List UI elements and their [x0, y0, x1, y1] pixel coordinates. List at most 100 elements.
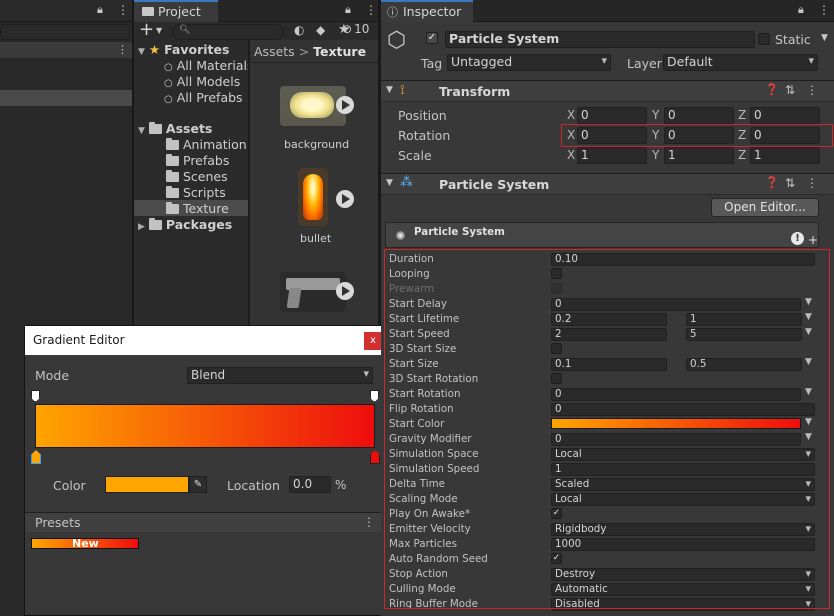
static-label[interactable]: Static [775, 32, 811, 47]
tree-item-animation[interactable]: Animation [166, 137, 247, 152]
scale-x: 1 [581, 148, 589, 162]
scale-y-input[interactable]: 1 [664, 147, 734, 164]
particle-system-header[interactable]: ▼ ⁂ Particle System ❓ ⇅ ⋮ [381, 173, 834, 195]
hierarchy-search[interactable] [0, 24, 130, 40]
transform-header[interactable]: ▼ ⟟ Transform ❓ ⇅ ⋮ [381, 80, 834, 102]
tag-dropdown[interactable]: Untagged [447, 54, 611, 71]
tree-item-all-materials[interactable]: ○ All Materials [164, 58, 253, 73]
more-menu-icon[interactable]: ⋮ [363, 515, 375, 529]
play-icon[interactable] [336, 96, 354, 114]
position-y-input[interactable]: 0 [664, 107, 734, 124]
position-z-input[interactable]: 0 [750, 107, 820, 124]
tree-item-all-models[interactable]: ○ All Models [164, 74, 240, 89]
position-x: 0 [581, 108, 589, 122]
chevron-down-icon[interactable]: ▼ [821, 33, 828, 43]
tree-label: Packages [165, 217, 233, 232]
more-menu-icon[interactable]: ⋮ [806, 176, 818, 190]
filter-by-label-icon[interactable]: ◆ [316, 23, 325, 37]
axis-z-label: Z [738, 148, 747, 162]
preset-new-swatch[interactable]: New [31, 537, 139, 550]
play-icon[interactable] [336, 282, 354, 300]
active-checkbox[interactable]: ✓ [426, 32, 438, 44]
eyedropper-button[interactable]: ✎ [189, 476, 207, 493]
object-name-input[interactable]: Particle System [445, 31, 755, 48]
search-icon: ○ [164, 78, 173, 89]
hierarchy-tabbar [0, 0, 132, 22]
particle-dot-icon [396, 231, 405, 240]
scale-z-input[interactable]: 1 [750, 147, 820, 164]
preset-icon[interactable]: ⇅ [785, 176, 795, 190]
particle-system-title: Particle System [439, 177, 550, 192]
location-input[interactable]: 0.0 [289, 476, 331, 493]
static-checkbox[interactable] [758, 33, 770, 45]
breadcrumb-separator: > [298, 44, 310, 59]
gradient-editor-titlebar[interactable]: Gradient Editor x [25, 326, 383, 355]
color-key-right[interactable] [370, 450, 380, 464]
tree-assets[interactable]: ▼ Assets [138, 121, 212, 136]
more-menu-icon[interactable]: ⋮ [365, 3, 377, 17]
play-icon[interactable] [336, 190, 354, 208]
chevron-down-icon: ▼ [386, 85, 393, 95]
gradient-preview-bar[interactable] [35, 404, 375, 448]
tree-label: Prefabs [183, 153, 230, 168]
lock-icon[interactable]: 🔒︎ [345, 3, 351, 17]
axis-y-label: Y [652, 108, 660, 122]
help-icon[interactable]: ❓ [765, 176, 779, 189]
breadcrumb-root[interactable]: Assets [254, 44, 295, 59]
asset-thumb-bullet[interactable] [298, 168, 328, 226]
folder-icon [166, 138, 179, 150]
warning-icon[interactable]: ! [791, 232, 804, 245]
add-button[interactable]: + [139, 19, 154, 40]
search-input[interactable]: 🔍︎ [172, 24, 284, 40]
hierarchy-header [0, 42, 132, 58]
tree-item-texture[interactable]: Texture [166, 201, 229, 216]
tree-item-prefabs[interactable]: Prefabs [166, 153, 229, 168]
hierarchy-selected-row[interactable] [0, 90, 132, 106]
module-header[interactable]: Particle System ! + [385, 222, 819, 248]
close-button[interactable]: x [364, 332, 382, 350]
tree-favorites[interactable]: ▼ ★ Favorites [138, 42, 229, 57]
alpha-key-right[interactable] [370, 390, 379, 402]
texture-preview [303, 174, 323, 220]
preset-new-label: New [72, 537, 99, 550]
object-name: Particle System [449, 31, 560, 46]
mode-dropdown[interactable]: Blend [187, 367, 373, 384]
layer-dropdown[interactable]: Default [663, 54, 818, 71]
tab-project-label: Project [158, 4, 201, 19]
lock-icon[interactable]: 🔒︎ [798, 3, 804, 17]
breadcrumb-current[interactable]: Texture [313, 44, 366, 59]
tree-item-all-prefabs[interactable]: ○ All Prefabs [164, 90, 243, 105]
asset-grid: Assets > Texture background bullet [250, 40, 378, 330]
axis-z-label: Z [738, 108, 747, 122]
tag-label: Tag [421, 56, 443, 71]
more-menu-icon[interactable]: ⋮ [806, 83, 818, 97]
tree-item-scripts[interactable]: Scripts [166, 185, 226, 200]
tab-inspector[interactable]: ⓘ Inspector [381, 0, 473, 22]
asset-label-background: background [284, 138, 350, 151]
color-key-left[interactable] [31, 450, 41, 464]
open-editor-button[interactable]: Open Editor... [711, 198, 819, 217]
tree-label: Favorites [164, 42, 230, 57]
color-swatch[interactable] [105, 476, 189, 493]
more-menu-icon[interactable]: ⋮ [117, 43, 128, 56]
more-menu-icon[interactable]: ⋮ [818, 3, 830, 17]
folder-icon [148, 218, 162, 230]
hidden-packages-icon[interactable]: ⊘ 10 [342, 22, 369, 36]
more-menu-icon[interactable]: ⋮ [117, 3, 129, 17]
tree-packages[interactable]: ▶ Packages [138, 217, 232, 232]
alpha-key-left[interactable] [31, 390, 40, 402]
scale-x-input[interactable]: 1 [577, 147, 647, 164]
help-icon[interactable]: ❓ [765, 83, 779, 96]
tree-label: All Materials [176, 58, 254, 73]
lock-icon[interactable]: 🔒︎ [97, 3, 103, 17]
tree-item-scenes[interactable]: Scenes [166, 169, 228, 184]
rotation-highlight-box [561, 124, 833, 147]
position-x-input[interactable]: 0 [577, 107, 647, 124]
preset-icon[interactable]: ⇅ [785, 83, 795, 97]
tree-label: Animation [183, 137, 247, 152]
add-module-icon[interactable]: + [808, 233, 818, 247]
filter-by-type-icon[interactable]: ◐ [294, 23, 304, 37]
tree-label: Scenes [183, 169, 228, 184]
chevron-down-icon[interactable]: ▼ [156, 26, 162, 35]
properties-highlight-box [384, 249, 830, 609]
